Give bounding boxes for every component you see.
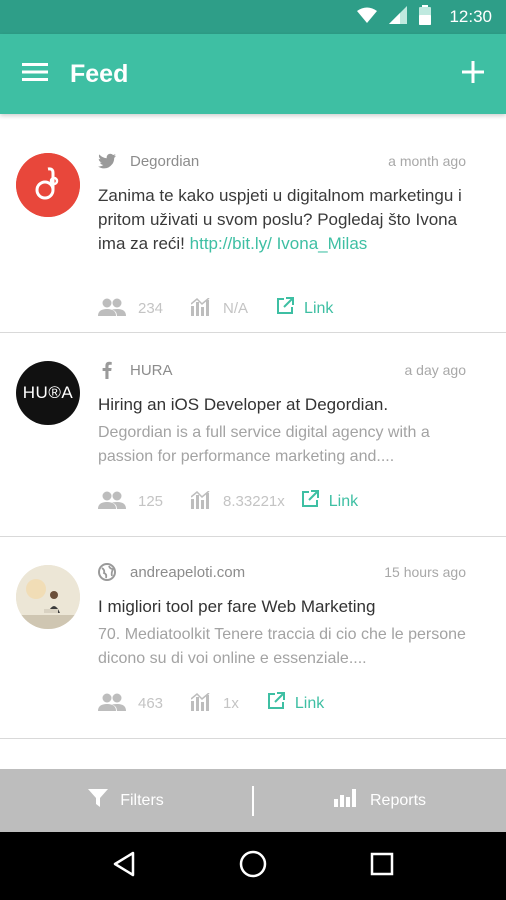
external-link-icon [267,692,295,715]
card-header: Degordian a month ago [98,152,466,170]
signal-icon [389,5,408,29]
card-header: HURA a day ago [98,361,466,379]
open-link-button[interactable]: Link [301,490,358,513]
filters-label: Filters [120,791,164,809]
avatar [16,565,80,629]
home-circle-icon [239,850,267,883]
status-time: 12:30 [449,7,492,26]
post-link[interactable]: http://bit.ly/ Ivona_Milas [190,234,368,253]
reports-label: Reports [369,791,427,809]
feed-card[interactable]: Degordian a month ago Zanima te kako usp… [0,114,506,333]
feed-card[interactable]: HU®A HURA a day ago Hiring an iOS Develo… [0,333,506,537]
followers-stat: 234 [98,298,163,320]
link-label: Link [304,299,334,317]
reach-chart-icon [190,489,223,513]
twitter-icon [98,152,116,170]
post-stats: 125 8.33221x Link [98,489,358,513]
open-link-button[interactable]: Link [276,297,333,320]
link-label: Link [328,492,359,510]
post-description: 70. Mediatoolkit Tenere traccia di cio c… [98,626,466,667]
home-button[interactable] [223,836,283,896]
reach-value: 1x [223,695,239,712]
status-bar: 12:30 [0,0,506,34]
post-title: Hiring an iOS Developer at Degordian. [98,395,389,414]
back-button[interactable] [94,836,154,896]
post-text: Hiring an iOS Developer at Degordian. De… [98,393,466,469]
external-link-icon [276,297,304,320]
open-link-button[interactable]: Link [267,692,324,715]
wifi-icon [357,7,378,28]
reach-stat: 8.33221x [190,489,285,513]
post-stats: 234 N/A Link [98,296,333,320]
post-title: I migliori tool per fare Web Marketing [98,597,376,616]
followers-count: 463 [138,695,164,712]
battery-icon [419,4,432,30]
reach-stat: N/A [190,296,249,320]
plus-icon [462,60,484,88]
app-bar: Feed [0,34,506,114]
link-label: Link [294,694,325,712]
reach-stat: 1x [190,691,239,715]
globe-icon [98,563,116,581]
post-description: Degordian is a full service digital agen… [98,424,430,465]
reach-value: 8.33221x [223,493,285,510]
timestamp: 15 hours ago [384,564,466,580]
filter-icon [88,788,120,813]
reach-value: N/A [223,300,249,317]
system-nav-bar [0,832,506,900]
recents-square-icon [370,852,394,881]
avatar: HU®A [16,361,80,425]
facebook-icon [98,361,116,379]
add-button[interactable] [440,34,506,114]
source-name: andreapeloti.com [130,563,246,581]
people-icon [98,298,138,320]
feed-card[interactable]: andreapeloti.com 15 hours ago I migliori… [0,537,506,739]
menu-button[interactable] [0,34,70,114]
bar-chart-icon [333,789,370,812]
page-title: Feed [70,59,129,88]
back-triangle-icon [112,851,136,882]
recents-button[interactable] [352,836,412,896]
source-name: Degordian [130,152,200,170]
post-text: Zanima te kako uspjeti u digitalnom mark… [98,184,466,256]
post-text: I migliori tool per fare Web Marketing 7… [98,595,466,671]
hamburger-icon [22,62,48,86]
followers-count: 234 [138,300,164,317]
reach-chart-icon [190,296,223,320]
timestamp: a day ago [404,362,467,378]
reach-chart-icon [190,691,223,715]
people-icon [98,491,138,513]
source-name: HURA [130,361,173,379]
filters-tab[interactable]: Filters [0,769,252,832]
followers-count: 125 [138,493,164,510]
timestamp: a month ago [388,153,466,169]
avatar [16,153,80,217]
card-header: andreapeloti.com 15 hours ago [98,563,466,581]
followers-stat: 125 [98,491,163,513]
reports-tab[interactable]: Reports [254,769,506,832]
people-icon [98,693,138,715]
bottom-tab-bar: Filters Reports [0,769,506,832]
external-link-icon [301,490,329,513]
post-stats: 463 1x Link [98,691,324,715]
avatar-logo: HU®A [22,383,74,402]
feed-list[interactable]: Degordian a month ago Zanima te kako usp… [0,114,506,769]
followers-stat: 463 [98,693,163,715]
